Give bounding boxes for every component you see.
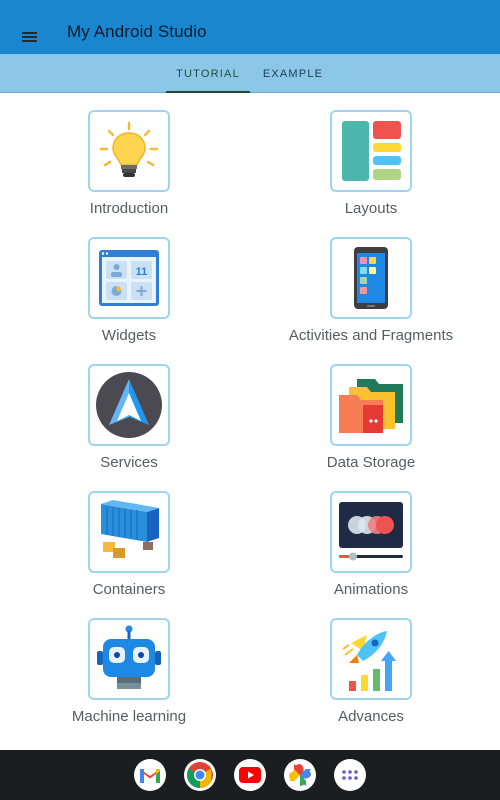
navigation-arrow-icon	[88, 364, 170, 446]
phone-screen-icon	[330, 237, 412, 319]
topic-animations[interactable]: Animations	[251, 474, 491, 598]
topic-containers[interactable]: Containers	[9, 474, 249, 598]
topic-widgets[interactable]: 11 Widgets	[9, 220, 249, 344]
topic-label: Containers	[92, 581, 166, 598]
photos-icon[interactable]	[284, 759, 316, 791]
robot-icon	[88, 618, 170, 700]
animation-player-icon	[330, 491, 412, 573]
tab-bar: TUTORIAL EXAMPLE	[0, 54, 500, 93]
menu-icon[interactable]	[17, 26, 43, 48]
lightbulb-icon	[88, 110, 170, 192]
tab-tutorial[interactable]: TUTORIAL	[166, 54, 250, 93]
topic-label: Activities and Fragments	[288, 327, 454, 344]
topic-label: Data Storage	[326, 454, 416, 471]
topic-advances[interactable]: Advances	[251, 601, 491, 725]
topic-label: Services	[100, 454, 158, 471]
youtube-icon[interactable]	[234, 759, 266, 791]
topic-data-storage[interactable]: Data Storage	[251, 347, 491, 471]
chrome-icon[interactable]	[184, 759, 216, 791]
rocket-growth-icon	[330, 618, 412, 700]
layout-blocks-icon	[330, 110, 412, 192]
gmail-icon[interactable]	[134, 759, 166, 791]
svg-text:11: 11	[136, 266, 148, 278]
app-drawer-icon[interactable]	[334, 759, 366, 791]
shipping-container-icon	[88, 491, 170, 573]
topic-label: Widgets	[101, 327, 157, 344]
topic-activities-and-fragments[interactable]: Activities and Fragments	[251, 220, 491, 344]
topic-label: Machine learning	[71, 708, 187, 725]
app-bar: My Android Studio	[0, 0, 500, 54]
folders-icon	[330, 364, 412, 446]
topic-machine-learning[interactable]: Machine learning	[9, 601, 249, 725]
topic-introduction[interactable]: Introduction	[9, 93, 249, 217]
topic-layouts[interactable]: Layouts	[251, 93, 491, 217]
tab-example[interactable]: EXAMPLE	[253, 54, 333, 93]
topic-grid: Introduction Layouts 11 Widgets Activiti…	[0, 93, 500, 750]
topic-label: Layouts	[344, 200, 398, 217]
topic-services[interactable]: Services	[9, 347, 249, 471]
taskbar	[0, 750, 500, 800]
widgets-icon: 11	[88, 237, 170, 319]
app-title: My Android Studio	[67, 22, 207, 41]
topic-label: Animations	[333, 581, 409, 598]
topic-label: Advances	[338, 708, 404, 725]
topic-label: Introduction	[89, 200, 169, 217]
